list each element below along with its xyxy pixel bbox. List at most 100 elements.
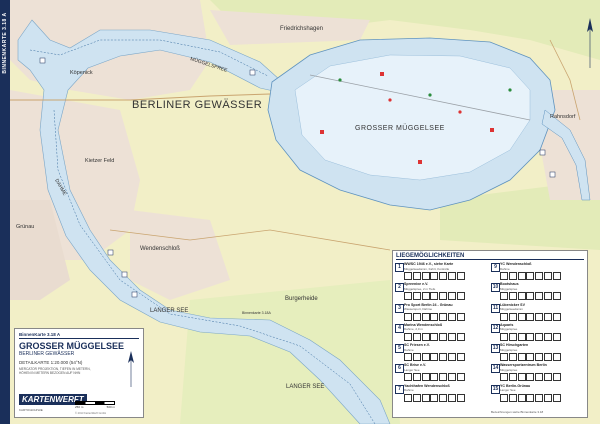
legend-footer: Bezeichnungen siehe Binnenkarte 3.18 [491,410,544,414]
facility-icon [500,312,508,321]
facility-icon [500,393,508,402]
facility-icons [500,312,561,321]
entry-number: 13 [491,344,500,354]
facility-icon [543,312,552,321]
map-note: MERCATOR PROJEKTION, TIEFEN IN METERN, H… [19,367,91,375]
label-burgerheide: Burgerheide [285,296,318,302]
facility-icon [456,332,465,341]
facility-icon [508,353,517,362]
entry-name: YC Wendenschloß [500,262,532,266]
facility-icons [404,393,465,402]
facility-icon [456,292,465,301]
facility-icon [456,272,465,280]
entry-description: Müggelspree, 2 m Tiefe [404,286,436,291]
legend-entry: 7 Yachthafen Wendenschloß Dahme [395,384,489,404]
facility-icon [430,272,439,280]
facility-icon [412,272,421,280]
facility-icons [404,312,465,321]
harbour-marker [539,149,546,156]
facility-icon [421,292,430,301]
legend-entry: 6 SC Brise e.V. Langer See [395,363,489,383]
entry-number: 5 [395,344,404,354]
legend-entry: 12 Aquaris Müggelspree [491,323,585,343]
facility-icons [500,272,561,280]
facility-icon [456,353,465,362]
side-strip: BINNENKARTE 3.18 A [0,0,10,424]
entry-name: SC Friesen e.V. [404,343,430,348]
facility-icon [526,272,535,280]
facility-icon [439,272,448,280]
facility-icon [447,332,456,341]
facility-icons [500,353,561,362]
legend-entry: 5 SC Friesen e.V. Dahme [395,343,489,363]
entry-number: 15 [491,384,500,394]
marker [418,160,422,164]
legend-entry: 3 Pro Sport Berlin 24 - Grünau Wassersport… [395,303,489,323]
entry-name: YC Berlin-Grünau [500,383,531,388]
facility-icon [447,292,456,301]
entry-name: WWSC 1946 e.V., siehe Karte [404,262,454,266]
facility-icon [439,332,448,341]
facility-icon [421,353,430,362]
marker [338,78,342,82]
facility-icon [421,312,430,321]
facility-icons [404,373,465,382]
facility-icon [543,272,552,280]
facility-icon [526,332,535,341]
entry-number: 11 [491,303,500,313]
copyright: © 2013 KartenWerft GmbH [75,412,107,415]
facility-icon [535,272,544,280]
title-box: BinnenKarte 3.18 A GROSSER MÜGGELSEE BER… [14,328,144,418]
facility-icon [517,312,526,321]
label-kietzer-feld: Kietzer Feld [85,158,114,164]
facility-icon [421,272,430,280]
entry-description: Müggelseedamm [500,307,524,312]
marker [388,98,392,102]
harbour-marker [549,171,556,178]
harbour-marker [121,271,128,278]
facility-icon [447,393,456,402]
label-koepenick: Köpenick [70,70,93,76]
facility-icons [404,272,465,280]
facility-icon [430,312,439,321]
entry-number: 12 [491,323,500,333]
harbour-marker [39,57,46,64]
entry-description: Dahme [404,347,414,352]
facility-icon [552,373,561,382]
facility-icon [404,393,412,402]
label-rahnsdorf: Rahnsdorf [550,114,576,120]
facility-icon [456,312,465,321]
facility-icon [439,353,448,362]
facility-icon [552,312,561,321]
facility-icon [543,353,552,362]
facility-icon [526,312,535,321]
map-series: BinnenKarte 3.18 A [19,332,61,337]
entry-description: Müggelspree [500,347,518,352]
facility-icon [508,312,517,321]
marker [320,130,324,134]
facility-icon [508,332,517,341]
entry-description: Müggelspree [500,327,518,332]
facility-icon [552,393,561,402]
facility-icon [447,272,456,280]
entry-description: Dahme [404,388,414,393]
entry-name: Aquaris [500,322,514,327]
facility-icon [412,373,421,382]
facility-icon [508,272,517,280]
scale-bar: 250 m 500 m [75,401,115,409]
legend-entry: 9 YC Wendenschloß Dahme [491,262,585,282]
entry-number: 1 [395,263,404,272]
facility-icon [535,353,544,362]
entry-name: Pro Sport Berlin 24 - Grünau [404,302,453,307]
entry-name: Yachthafen Wendenschloß [404,383,450,388]
entry-description: Dahme, 2,0 m [404,327,423,332]
facility-icon [552,272,561,280]
facility-icon [447,373,456,382]
facility-icon [517,373,526,382]
facility-icon [535,312,544,321]
facility-icon [543,393,552,402]
facility-icon [535,292,544,301]
facility-icon [439,373,448,382]
legend-column-right: 9 YC Wendenschloß Dahme 10 Bootshaus Müggelsp… [491,262,585,404]
facility-icon [508,373,517,382]
